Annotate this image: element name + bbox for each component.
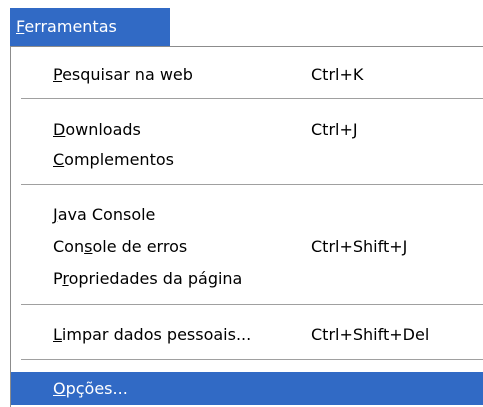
menu-item-label: Complementos: [53, 150, 174, 169]
menu-separator: [21, 184, 483, 186]
menu-separator: [21, 359, 483, 361]
menu-item-complementos[interactable]: Complementos: [11, 143, 483, 176]
menu-separator: [21, 98, 483, 100]
dropdown-menu: Pesquisar na web Ctrl+K Downloads Ctrl+J…: [10, 46, 483, 407]
menu-item-propriedades-da-pagina[interactable]: Propriedades da página: [11, 262, 483, 295]
menu-item-label: Console de erros: [53, 237, 188, 256]
menu-item-label: Downloads: [53, 120, 141, 139]
menu-item-pesquisar-na-web[interactable]: Pesquisar na web Ctrl+K: [11, 58, 483, 91]
menu-item-console-de-erros[interactable]: Console de erros Ctrl+Shift+J: [11, 230, 483, 263]
menu-item-shortcut: Ctrl+J: [311, 120, 358, 139]
menu-ferramentas[interactable]: Ferramentas: [10, 8, 170, 46]
screen: Ferramentas Pesquisar na web Ctrl+K Down…: [0, 0, 483, 407]
menu-separator: [21, 304, 483, 306]
menu-item-opcoes[interactable]: Opções...: [11, 372, 483, 405]
menu-item-label: Limpar dados pessoais...: [53, 325, 252, 344]
menu-item-shortcut: Ctrl+Shift+Del: [311, 325, 430, 344]
menu-title-post: erramentas: [24, 17, 117, 36]
menu-item-java-console[interactable]: Java Console: [11, 198, 483, 231]
menu-item-label: Pesquisar na web: [53, 65, 193, 84]
menu-item-limpar-dados-pessoais[interactable]: Limpar dados pessoais... Ctrl+Shift+Del: [11, 318, 483, 351]
menu-item-label: Java Console: [53, 205, 156, 224]
menu-item-shortcut: Ctrl+K: [311, 65, 364, 84]
menu-item-label: Opções...: [53, 379, 128, 398]
menu-item-shortcut: Ctrl+Shift+J: [311, 237, 408, 256]
menu-item-label: Propriedades da página: [53, 269, 243, 288]
menu-item-downloads[interactable]: Downloads Ctrl+J: [11, 113, 483, 146]
